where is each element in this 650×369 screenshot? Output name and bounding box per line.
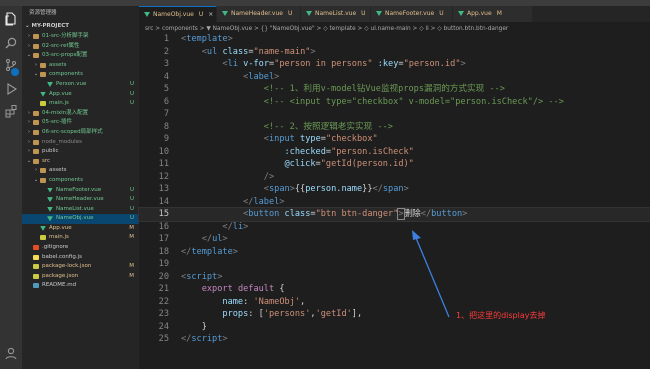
annotation-arrow: [412, 230, 450, 318]
annotation-text: 1、把这里的display去掉: [456, 311, 546, 320]
